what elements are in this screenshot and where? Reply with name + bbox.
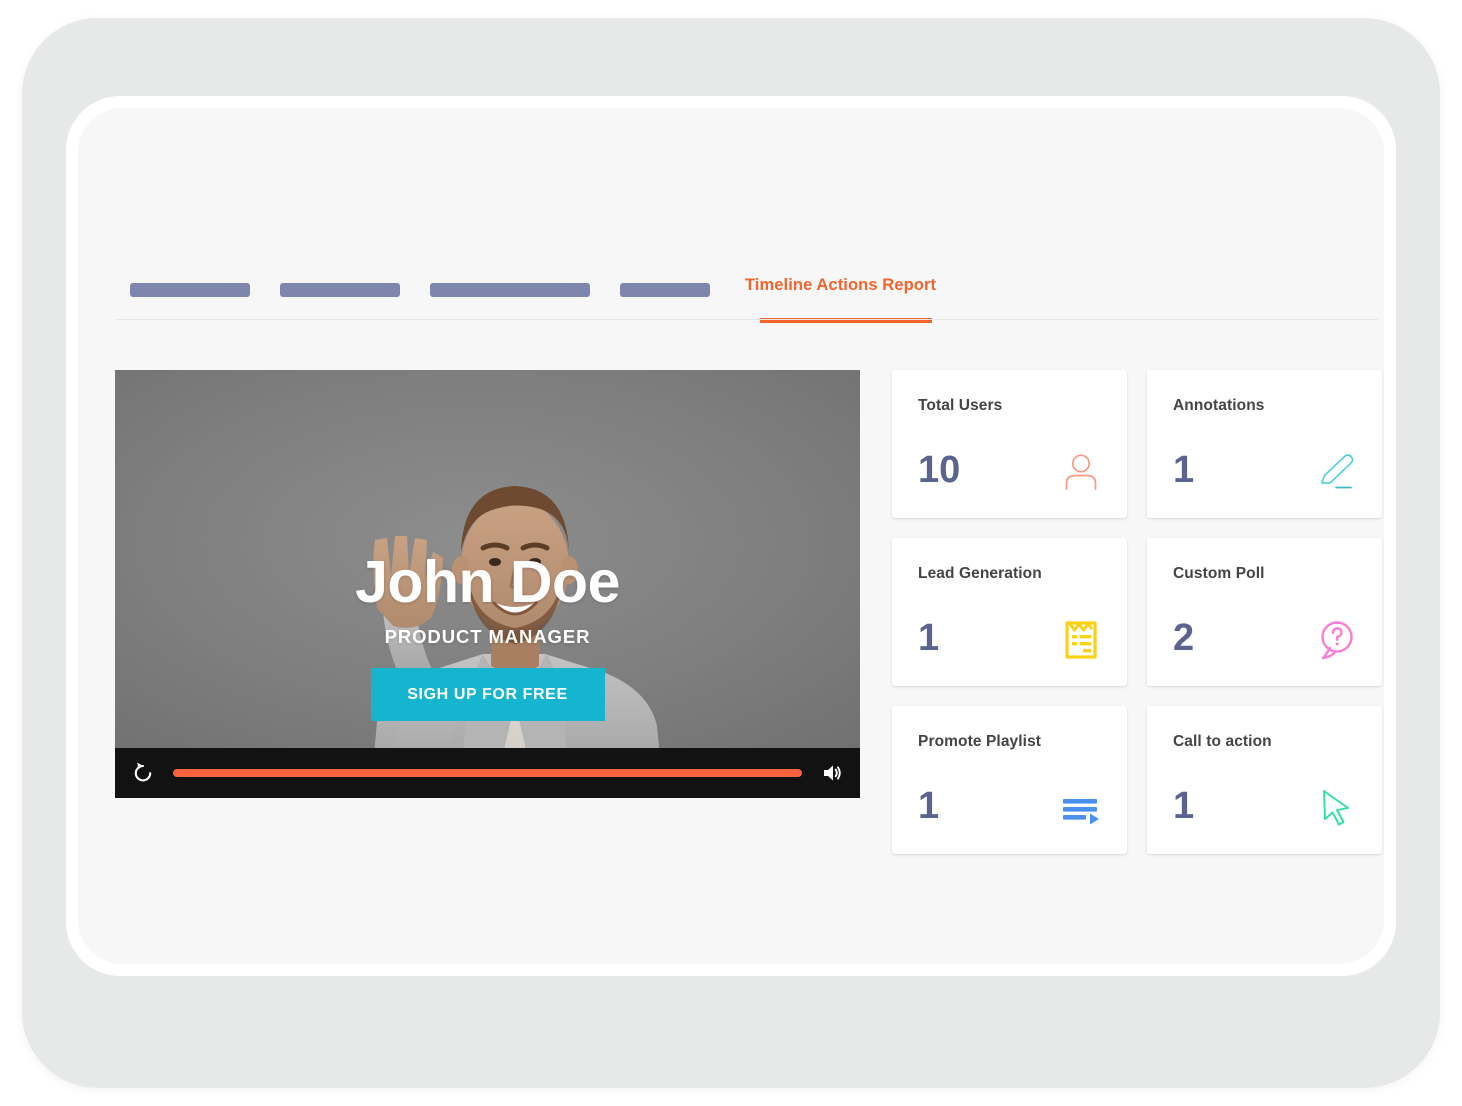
stat-label: Call to action — [1173, 733, 1272, 750]
app-screen: Timeline Actions Report John Doe PRODUCT… — [78, 108, 1384, 964]
replay-icon[interactable] — [129, 759, 157, 787]
nav-placeholder-2[interactable] — [280, 283, 400, 297]
stat-label: Promote Playlist — [918, 733, 1042, 750]
stat-label: Lead Generation — [918, 565, 1042, 582]
stat-value: 1 — [1173, 785, 1195, 827]
stat-value: 1 — [918, 617, 940, 659]
video-progress-bar[interactable] — [173, 769, 802, 777]
nav-placeholder-3[interactable] — [430, 283, 590, 297]
stat-label: Total Users — [918, 397, 1003, 414]
stat-card-lead-generation[interactable]: Lead Generation 1 — [892, 538, 1127, 686]
device-frame: Timeline Actions Report John Doe PRODUCT… — [22, 18, 1440, 1088]
question-bubble-icon — [1312, 616, 1360, 664]
nav-placeholder-1[interactable] — [130, 283, 250, 297]
volume-icon[interactable] — [818, 759, 846, 787]
stat-value: 1 — [918, 785, 940, 827]
nav-placeholder-4[interactable] — [620, 283, 710, 297]
stat-cards-grid: Total Users 10 Annotations 1 Lead Genera… — [892, 370, 1382, 854]
pencil-icon — [1312, 448, 1360, 496]
video-player[interactable]: John Doe PRODUCT MANAGER SIGH UP FOR FRE… — [115, 370, 860, 798]
stat-card-annotations[interactable]: Annotations 1 — [1147, 370, 1382, 518]
stat-value: 10 — [918, 449, 961, 491]
stat-card-call-to-action[interactable]: Call to action 1 — [1147, 706, 1382, 854]
playlist-icon — [1057, 784, 1105, 832]
stat-card-custom-poll[interactable]: Custom Poll 2 — [1147, 538, 1382, 686]
stat-card-promote-playlist[interactable]: Promote Playlist 1 — [892, 706, 1127, 854]
stat-card-total-users[interactable]: Total Users 10 — [892, 370, 1127, 518]
video-poster-image — [115, 370, 860, 798]
sign-up-for-free-button[interactable]: SIGH UP FOR FREE — [370, 668, 605, 721]
stat-value: 1 — [1173, 449, 1195, 491]
user-icon — [1057, 448, 1105, 496]
stat-value: 2 — [1173, 617, 1195, 659]
form-icon — [1057, 616, 1105, 664]
video-progress-fill — [173, 769, 802, 777]
nav-divider — [116, 319, 1378, 320]
video-controls-bar — [115, 748, 860, 798]
stat-label: Annotations — [1173, 397, 1265, 414]
stat-label: Custom Poll — [1173, 565, 1265, 582]
cursor-icon — [1312, 784, 1360, 832]
person-photo — [370, 486, 664, 798]
